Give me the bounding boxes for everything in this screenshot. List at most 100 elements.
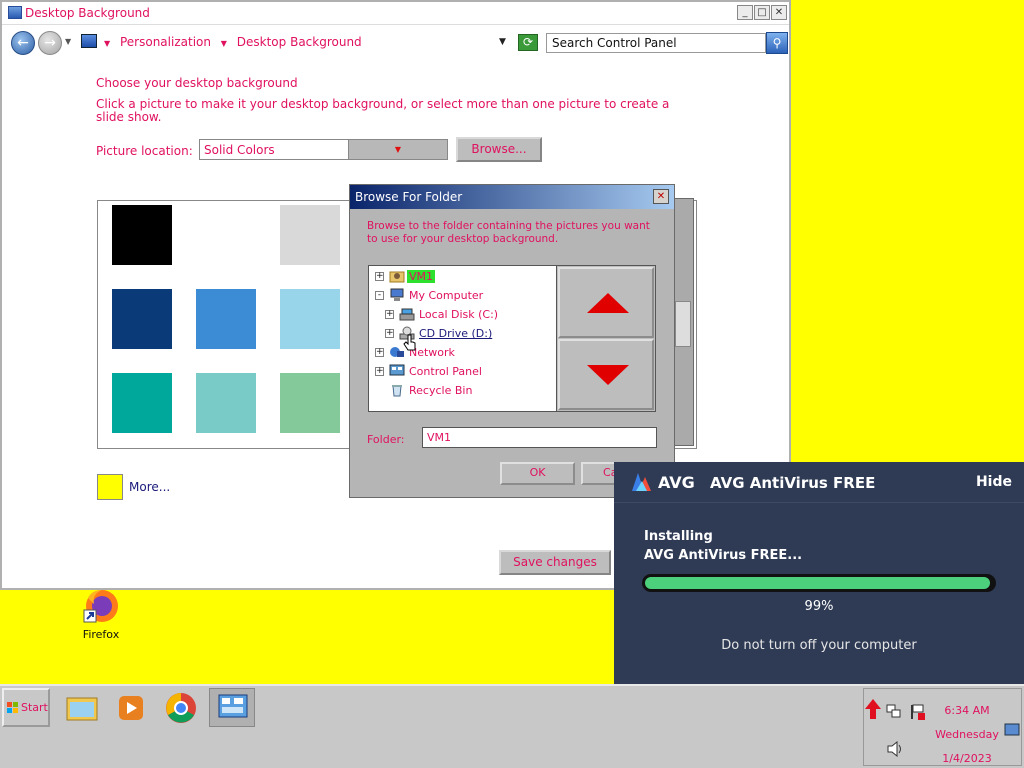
avg-logo-icon: [632, 473, 651, 491]
color-swatch[interactable]: [196, 373, 256, 433]
ok-button[interactable]: OK: [500, 462, 575, 485]
taskbar-explorer[interactable]: [60, 688, 106, 727]
breadcrumb: ▼ Personalization ▼ Desktop Background: [104, 35, 368, 49]
recycle-bin-icon: [392, 385, 402, 397]
network-tray-icon[interactable]: [886, 703, 902, 719]
save-changes-button[interactable]: Save changes: [499, 550, 611, 575]
more-color-swatch[interactable]: [97, 474, 123, 500]
chevron-down-icon[interactable]: ▼: [221, 39, 227, 48]
desktop-icon-firefox[interactable]: Firefox: [72, 588, 130, 644]
picture-location-label: Picture location:: [96, 144, 193, 158]
color-swatch[interactable]: [112, 205, 172, 265]
expand-icon[interactable]: +: [375, 272, 384, 281]
avg-title: AVG AntiVirus FREE: [710, 474, 876, 492]
taskbar-control-panel[interactable]: [209, 688, 255, 727]
avg-tray-arrow-icon[interactable]: [864, 697, 882, 723]
progress-fill: [645, 577, 990, 589]
close-button[interactable]: ✕: [771, 5, 787, 20]
color-swatch[interactable]: [280, 373, 340, 433]
title-bar[interactable]: Desktop Background _ □ ✕: [2, 2, 789, 25]
control-panel-icon: [389, 364, 405, 376]
color-swatch[interactable]: [280, 289, 340, 349]
clock-day: Wednesday: [935, 728, 999, 741]
swatch-grid-scrollbar[interactable]: [672, 198, 694, 446]
user-folder-icon: [389, 271, 405, 283]
volume-icon[interactable]: [886, 741, 904, 757]
disk-drive-icon: [399, 308, 415, 321]
chevron-down-icon[interactable]: ▼: [348, 140, 447, 159]
computer-icon: [390, 288, 404, 301]
start-label: Start: [21, 701, 48, 714]
windows-logo-icon: [7, 702, 18, 713]
taskbar-chrome[interactable]: [158, 688, 204, 727]
expand-icon[interactable]: +: [385, 310, 394, 319]
avg-install-popup: AVG AVG AntiVirus FREE Hide Installing A…: [614, 462, 1024, 684]
expand-icon[interactable]: +: [375, 348, 384, 357]
hide-button[interactable]: Hide: [976, 474, 1012, 490]
refresh-button[interactable]: ⟳: [518, 34, 538, 51]
dialog-close-button[interactable]: ✕: [653, 189, 669, 204]
address-bar: ← → ▼ ▼ Personalization ▼ Desktop Backgr…: [2, 26, 789, 60]
tree-item-label: Recycle Bin: [409, 384, 473, 397]
folder-label: Folder:: [367, 433, 405, 446]
clock-time: 6:34 AM: [944, 704, 990, 717]
scroll-up-button[interactable]: [558, 267, 654, 338]
install-progress-bar: [642, 574, 996, 592]
back-button[interactable]: ←: [11, 31, 35, 55]
color-swatch[interactable]: [112, 289, 172, 349]
minimize-button[interactable]: _: [737, 5, 753, 20]
media-player-icon: [119, 696, 143, 720]
taskbar: Start 6:34 AM Wednesday 1/4/2023: [0, 684, 1024, 768]
dialog-instructions: Browse to the folder containing the pict…: [367, 220, 650, 245]
clock[interactable]: 6:34 AM Wednesday 1/4/2023: [932, 699, 1002, 768]
folder-icon: [66, 697, 98, 721]
color-swatch[interactable]: [196, 289, 256, 349]
clock-date: 1/4/2023: [942, 752, 992, 765]
start-button[interactable]: Start: [2, 688, 50, 727]
recent-pages-dropdown-icon[interactable]: ▼: [65, 37, 71, 46]
breadcrumb-personalization[interactable]: Personalization: [120, 35, 211, 49]
tree-item-label: CD Drive (D:): [419, 327, 493, 340]
tree-item-label: Local Disk (C:): [419, 308, 499, 321]
show-desktop-icon[interactable]: [1004, 723, 1020, 737]
dialog-title: Browse For Folder: [350, 185, 674, 209]
browse-for-folder-dialog: Browse For Folder ✕ Browse to the folder…: [349, 184, 675, 498]
tree-item-label: Control Panel: [409, 365, 482, 378]
tree-item-label: VM1: [407, 270, 436, 283]
avg-brand: AVG: [658, 473, 695, 492]
color-swatch[interactable]: [112, 373, 172, 433]
taskbar-media-player[interactable]: [108, 688, 154, 727]
breadcrumb-desktop-background[interactable]: Desktop Background: [237, 35, 362, 49]
search-input[interactable]: Search Control Panel: [546, 33, 766, 53]
control-panel-icon: [218, 694, 248, 718]
action-center-flag-icon[interactable]: [908, 703, 926, 721]
maximize-button[interactable]: □: [754, 5, 770, 20]
address-dropdown-icon[interactable]: ▼: [499, 37, 506, 47]
chevron-down-icon[interactable]: ▼: [104, 39, 110, 48]
install-status-line2: AVG AntiVirus FREE...: [644, 548, 803, 563]
arrow-down-icon: [587, 365, 629, 385]
collapse-icon[interactable]: -: [375, 291, 384, 300]
forward-button[interactable]: →: [38, 31, 62, 55]
arrow-up-icon: [587, 293, 629, 313]
picture-location-select[interactable]: Solid Colors ▼: [199, 139, 448, 160]
expand-icon[interactable]: +: [375, 367, 384, 376]
expand-icon[interactable]: +: [385, 329, 394, 338]
firefox-icon: [83, 590, 118, 623]
tree-scroll-buttons: [556, 265, 656, 412]
avg-logo: AVG: [630, 471, 695, 493]
more-colors-link[interactable]: More...: [129, 480, 170, 494]
browse-button[interactable]: Browse...: [456, 137, 542, 162]
color-swatch[interactable]: [196, 205, 256, 265]
scroll-down-button[interactable]: [558, 339, 654, 410]
folder-tree: + VM1 - My Computer + Local Disk (C:) + …: [368, 265, 558, 412]
progress-percent: 99%: [804, 599, 834, 614]
hand-cursor-icon: [403, 334, 416, 351]
install-warning: Do not turn off your computer: [721, 638, 917, 653]
color-swatch[interactable]: [280, 205, 340, 265]
scrollbar-thumb[interactable]: [675, 301, 691, 347]
control-panel-icon: [81, 34, 97, 48]
search-icon[interactable]: ⚲: [766, 32, 788, 54]
tree-item-label: My Computer: [409, 289, 484, 302]
folder-input[interactable]: VM1: [422, 427, 657, 448]
